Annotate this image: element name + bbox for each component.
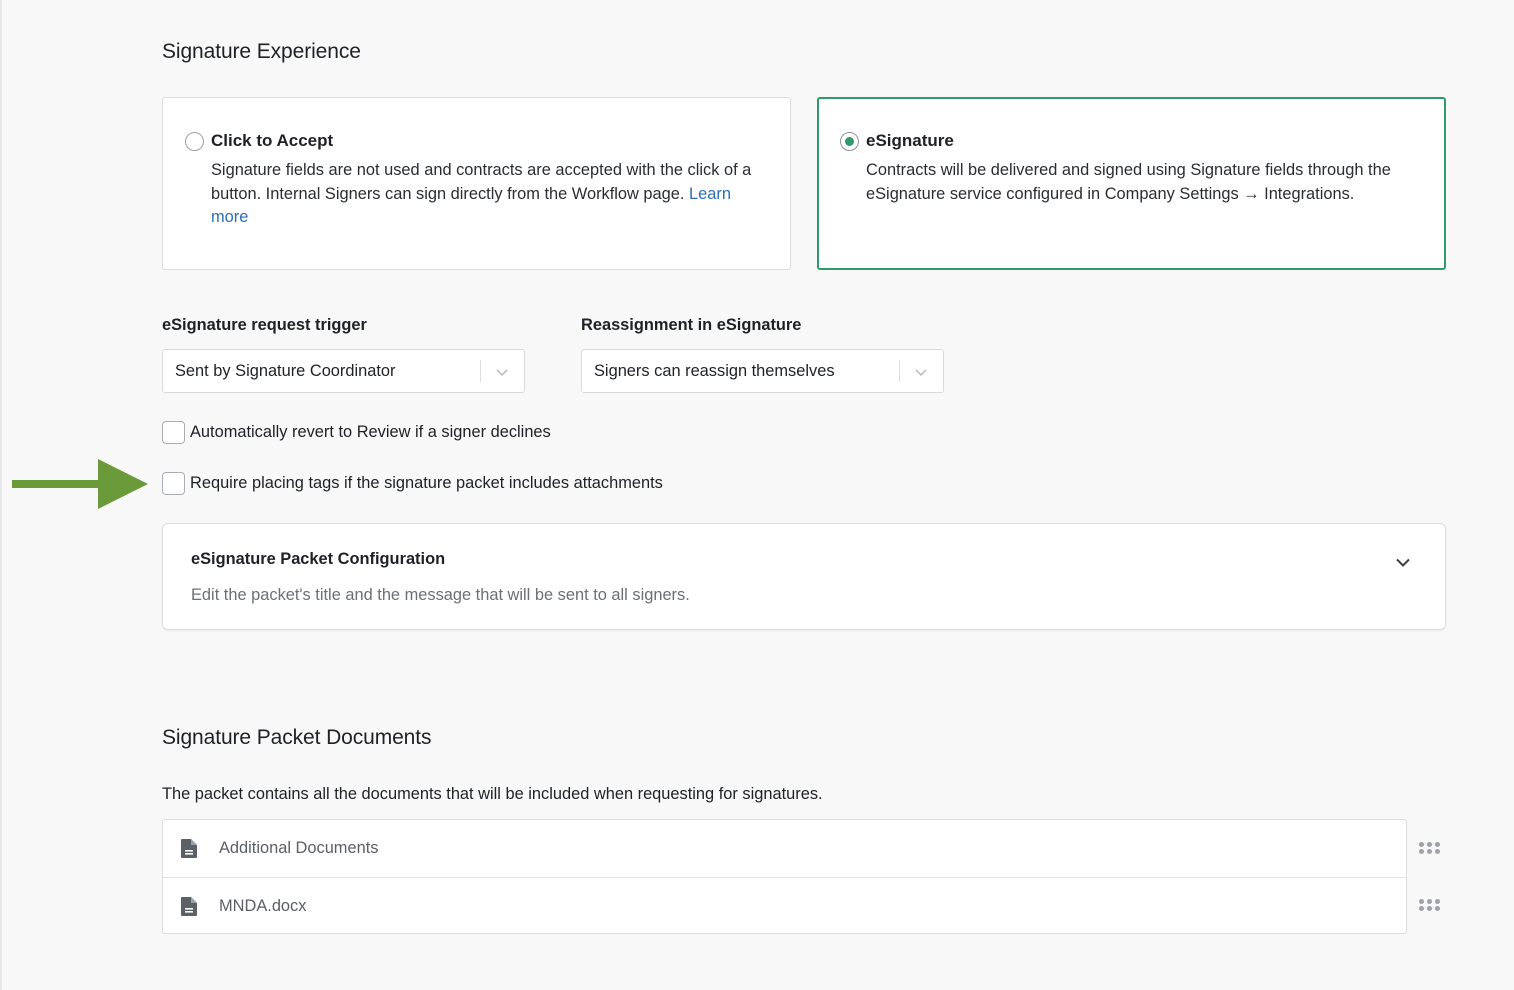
document-row[interactable]: Additional Documents [163, 820, 1406, 877]
trigger-select-value: Sent by Signature Coordinator [175, 362, 396, 380]
esignature-title: eSignature [866, 131, 954, 150]
chevron-down-icon[interactable] [1394, 553, 1412, 571]
drag-handle-icon[interactable] [1419, 842, 1441, 854]
chevron-down-icon[interactable] [494, 364, 510, 380]
signature-experience-title: Signature Experience [162, 40, 361, 63]
trigger-select[interactable]: Sent by Signature Coordinator [162, 349, 525, 393]
select-separator [899, 360, 900, 382]
packet-config-accordion[interactable]: eSignature Packet Configuration Edit the… [162, 523, 1446, 630]
click-to-accept-radio[interactable] [185, 132, 204, 151]
document-name: MNDA.docx [219, 897, 307, 915]
chevron-down-icon[interactable] [913, 364, 929, 380]
reassignment-label: Reassignment in eSignature [581, 316, 802, 334]
esignature-radio[interactable] [840, 132, 859, 151]
arrow-annotation-icon [12, 459, 148, 509]
select-separator [480, 360, 481, 382]
esignature-description: Contracts will be delivered and signed u… [866, 161, 1391, 203]
packet-config-description: Edit the packet's title and the message … [191, 586, 690, 604]
revert-on-decline-checkbox[interactable] [162, 421, 185, 444]
option-click-to-accept[interactable]: Click to Accept Signature fields are not… [162, 97, 791, 270]
reassignment-select-value: Signers can reassign themselves [594, 362, 835, 380]
require-tags-checkbox[interactable] [162, 472, 185, 495]
trigger-label: eSignature request trigger [162, 316, 367, 334]
option-esignature[interactable]: eSignature Contracts will be delivered a… [817, 97, 1446, 270]
require-tags-label[interactable]: Require placing tags if the signature pa… [190, 474, 663, 493]
document-name: Additional Documents [219, 839, 379, 857]
settings-page: Signature Experience Click to Accept Sig… [0, 0, 1514, 990]
drag-handle-icon[interactable] [1419, 899, 1441, 911]
click-to-accept-description: Signature fields are not used and contra… [211, 159, 771, 230]
revert-on-decline-label[interactable]: Automatically revert to Review if a sign… [190, 423, 551, 442]
click-to-accept-title: Click to Accept [211, 131, 334, 150]
packet-documents-title: Signature Packet Documents [162, 726, 432, 749]
radio-selected-dot [845, 137, 854, 146]
reassignment-select[interactable]: Signers can reassign themselves [581, 349, 944, 393]
click-to-accept-description-text: Signature fields are not used and contra… [211, 161, 752, 203]
document-row[interactable]: MNDA.docx [163, 877, 1406, 934]
packet-documents-description: The packet contains all the documents th… [162, 785, 823, 803]
packet-config-title: eSignature Packet Configuration [191, 550, 446, 568]
file-icon [181, 897, 197, 916]
file-icon [181, 839, 197, 858]
document-list: Additional Documents MNDA.docx [162, 819, 1407, 934]
